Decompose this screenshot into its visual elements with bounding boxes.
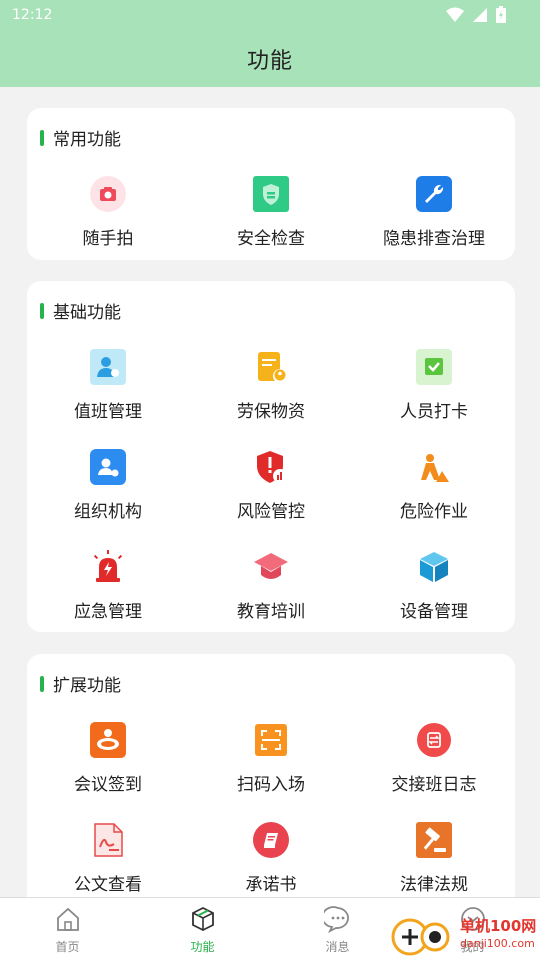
book-icon	[253, 822, 289, 858]
box-icon	[192, 906, 214, 932]
common-functions-card: 常用功能 随手拍 安全检查 隐患排查治理	[27, 108, 515, 260]
function-label: 风险管控	[237, 502, 305, 522]
function-label: 设备管理	[400, 602, 468, 622]
document-user-icon	[258, 352, 287, 383]
section-marker	[40, 129, 44, 146]
duty-user-icon	[90, 349, 126, 385]
status-icons	[446, 6, 506, 23]
watermark-logo-icon	[391, 918, 450, 956]
scan-icon	[255, 724, 287, 756]
function-label: 会议签到	[74, 775, 142, 795]
function-item-handover[interactable]: 交接班日志	[353, 722, 515, 812]
tab-label: 首页	[55, 940, 80, 954]
function-label: 应急管理	[74, 602, 142, 622]
function-item-hazard[interactable]: 隐患排查治理	[353, 176, 515, 266]
function-item-scan[interactable]: 扫码入场	[190, 722, 352, 812]
wrench-icon	[416, 176, 452, 212]
handover-icon	[417, 723, 451, 757]
meeting-icon	[90, 722, 126, 758]
function-label: 值班管理	[74, 402, 142, 422]
function-item-emergency[interactable]: 应急管理	[27, 549, 189, 639]
function-item-risk[interactable]: 风险管控	[190, 449, 352, 539]
page-title: 功能	[246, 48, 293, 74]
function-label: 扫码入场	[237, 775, 305, 795]
function-item-checkin[interactable]: 人员打卡	[353, 349, 515, 439]
function-label: 劳保物资	[237, 402, 305, 422]
status-time: 12:12	[12, 7, 53, 23]
section-title: 扩展功能	[53, 676, 121, 696]
section-header: 常用功能	[40, 125, 121, 150]
function-label: 法律法规	[400, 875, 468, 895]
section-marker	[40, 302, 44, 319]
function-label: 公文查看	[74, 875, 142, 895]
signal-icon	[473, 7, 487, 22]
section-marker	[40, 675, 44, 692]
alarm-light-icon	[93, 550, 123, 582]
watermark-url: danji100.com	[460, 937, 535, 950]
function-item-labor[interactable]: 劳保物资	[190, 349, 352, 439]
wifi-icon	[446, 7, 464, 22]
organization-icon	[90, 449, 126, 485]
pdf-document-icon	[94, 823, 123, 857]
function-item-organization[interactable]: 组织机构	[27, 449, 189, 539]
function-label: 危险作业	[400, 502, 468, 522]
function-item-laws[interactable]: 法律法规	[353, 822, 515, 897]
extended-functions-card: 扩展功能 会议签到 扫码入场 交接班日志 公文查看 承诺书 法律法规	[27, 654, 515, 897]
function-label: 安全检查	[237, 229, 305, 249]
section-title: 常用功能	[53, 130, 121, 150]
home-icon	[57, 907, 79, 931]
function-item-photo[interactable]: 随手拍	[27, 176, 189, 266]
risk-shield-icon	[257, 451, 287, 483]
shield-icon	[253, 176, 289, 212]
function-label: 隐患排查治理	[383, 229, 485, 249]
function-item-equipment[interactable]: 设备管理	[353, 549, 515, 639]
function-item-safety-check[interactable]: 安全检查	[190, 176, 352, 266]
section-title: 基础功能	[53, 303, 121, 323]
app-bar: 功能	[0, 30, 540, 87]
status-bar: 12:12	[0, 0, 540, 30]
function-item-danger-work[interactable]: 危险作业	[353, 449, 515, 539]
tab-label: 消息	[325, 940, 350, 954]
function-item-documents[interactable]: 公文查看	[27, 822, 189, 897]
section-header: 扩展功能	[40, 671, 121, 696]
function-item-meeting[interactable]: 会议签到	[27, 722, 189, 812]
tab-functions[interactable]: 功能	[135, 898, 270, 961]
watermark: 单机100网 danji100.com	[388, 913, 538, 957]
basic-functions-card: 基础功能 值班管理 劳保物资 人员打卡 组织机构 风险管控 危险作业 应急管理	[27, 281, 515, 632]
graduation-cap-icon	[254, 553, 288, 579]
cube-icon	[420, 552, 448, 582]
watermark-text: 单机100网	[460, 917, 537, 935]
section-header: 基础功能	[40, 298, 121, 323]
content-scroll[interactable]: 常用功能 随手拍 安全检查 隐患排查治理 基础功能 值班管理 劳保物资 人员打卡…	[0, 87, 540, 897]
tab-label: 功能	[190, 940, 215, 954]
function-label: 组织机构	[74, 502, 142, 522]
function-label: 教育培训	[237, 602, 305, 622]
function-label: 承诺书	[245, 875, 297, 895]
chat-icon	[324, 906, 349, 933]
tab-messages[interactable]: 消息	[270, 898, 405, 961]
function-item-training[interactable]: 教育培训	[190, 549, 352, 639]
tab-home[interactable]: 首页	[0, 898, 135, 961]
battery-icon	[496, 6, 506, 23]
function-label: 交接班日志	[391, 775, 477, 795]
calendar-check-icon	[416, 349, 452, 385]
construction-worker-icon	[421, 454, 449, 482]
camera-icon	[90, 176, 126, 212]
function-label: 人员打卡	[400, 402, 468, 422]
function-item-pledge[interactable]: 承诺书	[190, 822, 352, 897]
gavel-icon	[416, 822, 452, 858]
function-item-duty[interactable]: 值班管理	[27, 349, 189, 439]
function-label: 随手拍	[82, 229, 134, 249]
